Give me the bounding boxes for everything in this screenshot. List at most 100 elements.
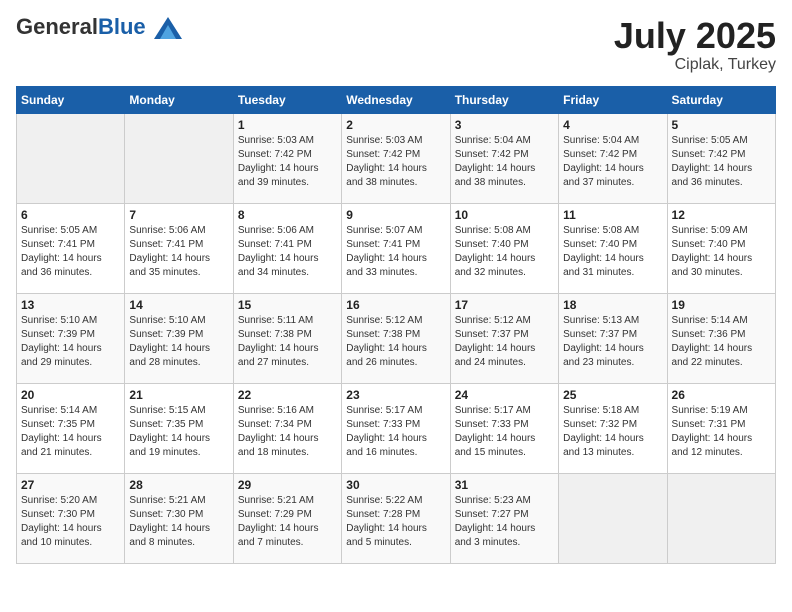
sunrise-time: Sunrise: 5:15 AM bbox=[129, 405, 205, 416]
sunset-time: Sunset: 7:28 PM bbox=[346, 509, 420, 520]
day-number: 24 bbox=[455, 388, 554, 402]
calendar-cell: 13 Sunrise: 5:10 AMSunset: 7:39 PMDayligh… bbox=[17, 293, 125, 383]
day-number: 14 bbox=[129, 298, 228, 312]
sunrise-time: Sunrise: 5:12 AM bbox=[346, 315, 422, 326]
day-info: Sunrise: 5:12 AMSunset: 7:37 PMDaylight:… bbox=[455, 314, 554, 370]
sunset-time: Sunset: 7:41 PM bbox=[21, 239, 95, 250]
sunrise-time: Sunrise: 5:04 AM bbox=[563, 135, 639, 146]
day-number: 30 bbox=[346, 478, 445, 492]
sunset-time: Sunset: 7:37 PM bbox=[455, 329, 529, 340]
sunrise-time: Sunrise: 5:03 AM bbox=[238, 135, 314, 146]
location: Ciplak, Turkey bbox=[614, 56, 776, 74]
calendar-cell: 2Sunrise: 5:03 AMSunset: 7:42 PMDaylight… bbox=[342, 113, 450, 203]
day-info: Sunrise: 5:10 AMSunset: 7:39 PMDaylight:… bbox=[21, 314, 120, 370]
sunset-time: Sunset: 7:32 PM bbox=[563, 419, 637, 430]
day-number: 23 bbox=[346, 388, 445, 402]
calendar-body: 1Sunrise: 5:03 AMSunset: 7:42 PMDaylight… bbox=[17, 113, 776, 563]
daylight-hours: Daylight: 14 hours and 32 minutes. bbox=[455, 253, 536, 278]
sunrise-time: Sunrise: 5:22 AM bbox=[346, 495, 422, 506]
sunset-time: Sunset: 7:35 PM bbox=[21, 419, 95, 430]
sunrise-time: Sunrise: 5:21 AM bbox=[129, 495, 205, 506]
sunrise-time: Sunrise: 5:19 AM bbox=[672, 405, 748, 416]
calendar-cell: 16Sunrise: 5:12 AMSunset: 7:38 PMDayligh… bbox=[342, 293, 450, 383]
daylight-hours: Daylight: 14 hours and 13 minutes. bbox=[563, 433, 644, 458]
calendar-cell: 22 Sunrise: 5:16 AMSunset: 7:34 PMDayligh… bbox=[233, 383, 341, 473]
day-info: Sunrise: 5:08 AMSunset: 7:40 PMDaylight:… bbox=[455, 224, 554, 280]
sunrise-time: Sunrise: 5:07 AM bbox=[346, 225, 422, 236]
sunrise-time: Sunrise: 5:23 AM bbox=[455, 495, 531, 506]
day-info: Sunrise: 5:18 AM Sunset: 7:32 PM Daylight:… bbox=[563, 404, 662, 460]
day-info: Sunrise: 5:14 AMSunset: 7:35 PMDaylight:… bbox=[21, 404, 120, 460]
logo-blue-text: Blue bbox=[98, 14, 146, 39]
sunrise-time: Sunrise: 5:06 AM bbox=[129, 225, 205, 236]
sunrise-time: Sunrise: 5:18 AM bbox=[563, 405, 639, 416]
calendar-header: Sunday Monday Tuesday Wednesday Thursday… bbox=[17, 86, 776, 113]
daylight-hours: Daylight: 14 hours and 23 minutes. bbox=[563, 343, 644, 368]
daylight-hours: Daylight: 14 hours and 31 minutes. bbox=[563, 253, 644, 278]
day-info: Sunrise: 5:21 AMSunset: 7:30 PMDaylight:… bbox=[129, 494, 228, 550]
daylight-hours: Daylight: 14 hours and 18 minutes. bbox=[238, 433, 319, 458]
day-info: Sunrise: 5:03 AMSunset: 7:42 PMDaylight:… bbox=[346, 134, 445, 190]
day-number: 7 bbox=[129, 208, 228, 222]
sunset-time: Sunset: 7:33 PM bbox=[346, 419, 420, 430]
sunrise-time: Sunrise: 5:14 AM bbox=[672, 315, 748, 326]
day-number: 18 bbox=[563, 298, 662, 312]
calendar-cell bbox=[667, 473, 775, 563]
day-number: 10 bbox=[455, 208, 554, 222]
day-info: Sunrise: 5:11 AMSunset: 7:38 PMDaylight:… bbox=[238, 314, 337, 370]
sunrise-time: Sunrise: 5:14 AM bbox=[21, 405, 97, 416]
day-info: Sunrise: 5:14 AMSunset: 7:36 PMDaylight:… bbox=[672, 314, 771, 370]
day-number: 20 bbox=[21, 388, 120, 402]
sunrise-time: Sunrise: 5:03 AM bbox=[346, 135, 422, 146]
day-number: 4 bbox=[563, 118, 662, 132]
daylight-hours: Daylight: 14 hours and 37 minutes. bbox=[563, 163, 644, 188]
calendar-cell: 10 Sunrise: 5:08 AMSunset: 7:40 PMDayligh… bbox=[450, 203, 558, 293]
day-number: 19 bbox=[672, 298, 771, 312]
calendar-cell: 29Sunrise: 5:21 AMSunset: 7:29 PMDayligh… bbox=[233, 473, 341, 563]
daylight-hours: Daylight: 14 hours and 5 minutes. bbox=[346, 523, 427, 548]
day-info: Sunrise: 5:16 AMSunset: 7:34 PMDaylight:… bbox=[238, 404, 337, 460]
calendar-cell: 8Sunrise: 5:06 AMSunset: 7:41 PMDaylight… bbox=[233, 203, 341, 293]
day-number: 9 bbox=[346, 208, 445, 222]
logo: GeneralBlue bbox=[16, 16, 182, 39]
sunset-time: Sunset: 7:34 PM bbox=[238, 419, 312, 430]
day-info: Sunrise: 5:05 AMSunset: 7:42 PMDaylight:… bbox=[672, 134, 771, 190]
daylight-hours: Daylight: 14 hours and 28 minutes. bbox=[129, 343, 210, 368]
calendar-cell: 18 Sunrise: 5:13 AMSunset: 7:37 PMDayligh… bbox=[559, 293, 667, 383]
day-info: Sunrise: 5:04 AMSunset: 7:42 PMDaylight:… bbox=[455, 134, 554, 190]
logo-icon bbox=[154, 17, 182, 39]
col-friday: Friday bbox=[559, 86, 667, 113]
sunrise-time: Sunrise: 5:06 AM bbox=[238, 225, 314, 236]
calendar-cell: 3Sunrise: 5:04 AMSunset: 7:42 PMDaylight… bbox=[450, 113, 558, 203]
calendar-cell: 4 Sunrise: 5:04 AM Sunset: 7:42 PM Daylight… bbox=[559, 113, 667, 203]
daylight-hours: Daylight: 14 hours and 38 minutes. bbox=[346, 163, 427, 188]
day-info: Sunrise: 5:13 AMSunset: 7:37 PMDaylight:… bbox=[563, 314, 662, 370]
daylight-hours: Daylight: 14 hours and 36 minutes. bbox=[672, 163, 753, 188]
sunset-time: Sunset: 7:31 PM bbox=[672, 419, 746, 430]
sunrise-time: Sunrise: 5:09 AM bbox=[672, 225, 748, 236]
sunset-time: Sunset: 7:36 PM bbox=[672, 329, 746, 340]
calendar-week-3: 13 Sunrise: 5:10 AMSunset: 7:39 PMDayligh… bbox=[17, 293, 776, 383]
day-number: 26 bbox=[672, 388, 771, 402]
sunrise-time: Sunrise: 5:08 AM bbox=[563, 225, 639, 236]
day-number: 12 bbox=[672, 208, 771, 222]
calendar-cell: 25Sunrise: 5:18 AMSunset: 7:32 PMDayligh… bbox=[559, 383, 667, 473]
calendar-cell: 6Sunrise: 5:05 AMSunset: 7:41 PMDaylight… bbox=[17, 203, 125, 293]
daylight-hours: Daylight: 14 hours and 15 minutes. bbox=[455, 433, 536, 458]
sunrise-time: Sunrise: 5:13 AM bbox=[563, 315, 639, 326]
sunset-time: Sunset: 7:40 PM bbox=[672, 239, 746, 250]
day-info: Sunrise: 5:03 AMSunset: 7:42 PMDaylight:… bbox=[238, 134, 337, 190]
day-number: 13 bbox=[21, 298, 120, 312]
day-info: Sunrise: 5:23 AMSunset: 7:27 PMDaylight:… bbox=[455, 494, 554, 550]
sunset-time: Sunset: 7:42 PM bbox=[563, 149, 637, 160]
sunrise-time: Sunrise: 5:11 AM bbox=[238, 315, 313, 326]
day-number: 22 bbox=[238, 388, 337, 402]
month-title: July 2025 Ciplak, Turkey bbox=[614, 16, 776, 74]
header-row: Sunday Monday Tuesday Wednesday Thursday… bbox=[17, 86, 776, 113]
sunset-time: Sunset: 7:42 PM bbox=[672, 149, 746, 160]
calendar-cell: 1Sunrise: 5:03 AMSunset: 7:42 PMDaylight… bbox=[233, 113, 341, 203]
day-info: Sunrise: 5:17 AMSunset: 7:33 PMDaylight:… bbox=[346, 404, 445, 460]
calendar-cell: 7Sunrise: 5:06 AMSunset: 7:41 PMDaylight… bbox=[125, 203, 233, 293]
calendar-cell: 15Sunrise: 5:11 AMSunset: 7:38 PMDayligh… bbox=[233, 293, 341, 383]
calendar-cell bbox=[17, 113, 125, 203]
